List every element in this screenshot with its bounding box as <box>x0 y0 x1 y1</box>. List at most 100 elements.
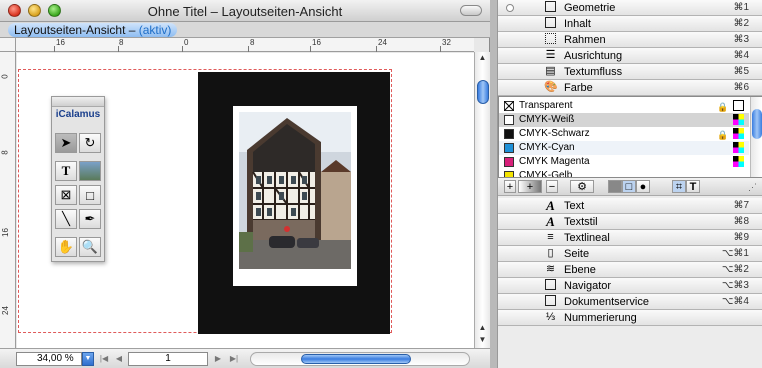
palette-row-inhalt[interactable]: Inhalt ⌘2 <box>498 16 762 32</box>
cmyk-mode-icon <box>733 128 744 139</box>
palette-row-shortcut: ⌘4 <box>733 50 749 61</box>
color-row-cmyk-schwarz[interactable]: CMYK-Schwarz 🔒 <box>499 127 749 141</box>
page-number-field[interactable]: 1 <box>128 352 208 366</box>
cmyk-mode-icon <box>733 142 744 153</box>
color-name: CMYK-Gelb <box>519 170 573 177</box>
ruler-label: 8 <box>250 38 255 47</box>
hand-tool-icon[interactable]: ✋ <box>55 237 77 257</box>
palette-row-label: Dokumentservice <box>564 296 649 308</box>
textwrap-icon: ▤ <box>545 65 556 77</box>
palette-row-textumfluss[interactable]: ▤ Textumfluss ⌘5 <box>498 64 762 80</box>
pen-tool-icon[interactable]: ✒ <box>79 209 101 229</box>
palette-row-ausrichtung[interactable]: ☰ Ausrichtung ⌘4 <box>498 48 762 64</box>
zoom-tool-icon[interactable]: 🔍 <box>79 237 101 257</box>
palette-row-shortcut: ⌘5 <box>733 66 749 77</box>
horizontal-ruler[interactable]: 16 8 0 8 16 24 32 <box>16 38 474 52</box>
palette-row-dokumentservice[interactable]: Dokumentservice ⌥⌘4 <box>498 294 762 310</box>
navigator-icon <box>544 279 557 292</box>
frame-target-icon[interactable]: ⌗ <box>672 180 686 193</box>
palette-row-label: Textstil <box>564 216 598 228</box>
first-page-icon[interactable]: |◀ <box>98 353 110 365</box>
image-frame[interactable] <box>233 106 357 286</box>
last-page-icon[interactable]: ▶| <box>228 353 240 365</box>
frame-tool-icon[interactable]: ⊠ <box>55 185 77 205</box>
rotate-tool-icon[interactable]: ↻ <box>79 133 101 153</box>
ruler-label: 16 <box>0 228 10 237</box>
shadow-mode-icon[interactable]: ● <box>636 180 650 193</box>
ruler-origin[interactable] <box>0 38 16 52</box>
add-gradient-icon[interactable]: + <box>518 180 542 193</box>
palette-row-navigator[interactable]: Navigator ⌥⌘3 <box>498 278 762 294</box>
view-bar: Layoutseiten-Ansicht – (aktiv) <box>0 22 490 38</box>
toolbar-toggle-button[interactable] <box>460 5 482 16</box>
black-frame[interactable] <box>198 72 390 334</box>
color-row-cmyk-gelb[interactable]: CMYK-Gelb <box>499 169 749 177</box>
stroke-mode-icon[interactable]: □ <box>622 180 636 193</box>
numbering-icon: ⅓ <box>545 311 556 323</box>
color-list-scroll-thumb[interactable] <box>752 109 762 139</box>
palette-row-nummerierung[interactable]: ⅓ Nummerierung <box>498 310 762 326</box>
palette-row-label: Textumfluss <box>564 66 623 78</box>
text-tool-icon[interactable]: T <box>55 161 77 181</box>
color-list[interactable]: Transparent 🔒 CMYK-Weiß CMYK-Schwarz 🔒 C… <box>498 96 762 178</box>
palette-row-shortcut: ⌥⌘2 <box>721 264 749 275</box>
scroll-up-arrow-icon[interactable]: ▲ <box>475 322 490 334</box>
palette-disclosure-icon[interactable] <box>506 4 514 12</box>
previous-page-icon[interactable]: ◀ <box>113 353 125 365</box>
image-tool-icon[interactable] <box>79 161 101 181</box>
horizontal-scrollbar[interactable] <box>250 352 470 366</box>
ruler-tick <box>118 46 119 52</box>
delete-color-icon[interactable]: − <box>546 180 558 193</box>
zoom-field[interactable]: 34,00 % <box>16 352 82 366</box>
ruler-label: 24 <box>378 38 387 47</box>
ruler-tick <box>310 46 311 52</box>
text-target-icon[interactable]: T <box>686 180 700 193</box>
color-row-cmyk-weiss[interactable]: CMYK-Weiß <box>499 113 749 127</box>
ruler-label: 16 <box>56 38 65 47</box>
palette-row-geometrie[interactable]: Geometrie ⌘1 <box>498 0 762 16</box>
color-row-cmyk-magenta[interactable]: CMYK Magenta <box>499 155 749 169</box>
color-mode-icon <box>733 100 744 111</box>
palette-row-farbe[interactable]: 🎨 Farbe ⌘6 <box>498 80 762 96</box>
palette-row-text[interactable]: A Text ⌘7 <box>498 198 762 214</box>
zoom-dropdown-icon[interactable]: ▼ <box>82 352 94 366</box>
docservice-icon <box>544 295 557 308</box>
rect-tool-icon[interactable]: □ <box>79 185 101 205</box>
palette-row-textlineal[interactable]: ≡ Textlineal ⌘9 <box>498 230 762 246</box>
palette-row-seite[interactable]: ▯ Seite ⌥⌘1 <box>498 246 762 262</box>
horizontal-scroll-thumb[interactable] <box>301 354 411 364</box>
color-name: CMYK Magenta <box>519 156 590 167</box>
palette-row-label: Geometrie <box>564 2 616 14</box>
align-icon: ☰ <box>545 49 556 61</box>
next-page-icon[interactable]: ▶ <box>212 353 224 365</box>
fill-mode-icon[interactable] <box>608 180 622 193</box>
scroll-up-arrow-icon[interactable]: ▲ <box>475 52 490 64</box>
arrow-tool-icon[interactable]: ➤ <box>55 133 77 153</box>
textruler-icon: ≡ <box>547 231 554 243</box>
resize-grip-icon[interactable]: ⋰ <box>748 182 757 193</box>
scroll-down-arrow-icon[interactable]: ▼ <box>475 334 490 346</box>
vertical-ruler[interactable]: 0 8 16 24 <box>0 52 16 348</box>
color-row-transparent[interactable]: Transparent 🔒 <box>499 99 749 113</box>
palette-row-shortcut: ⌥⌘3 <box>721 280 749 291</box>
tool-palette-header[interactable] <box>52 97 104 107</box>
vertical-scrollbar[interactable]: ▲ ▲ ▼ <box>474 52 490 348</box>
add-color-icon[interactable]: + <box>504 180 516 193</box>
palette-row-rahmen[interactable]: Rahmen ⌘3 <box>498 32 762 48</box>
palette-row-textstil[interactable]: A Textstil ⌘8 <box>498 214 762 230</box>
palette-row-shortcut: ⌘6 <box>733 82 749 93</box>
view-tab-layout[interactable]: Layoutseiten-Ansicht – (aktiv) <box>8 23 178 37</box>
color-name: CMYK-Schwarz <box>519 128 590 139</box>
title-bar[interactable]: Ohne Titel – Layoutseiten-Ansicht <box>0 0 490 22</box>
window-title: Ohne Titel – Layoutseiten-Ansicht <box>147 4 343 19</box>
palette-row-label: Ebene <box>564 264 596 276</box>
color-list-scrollbar[interactable] <box>750 97 762 177</box>
vertical-scroll-thumb[interactable] <box>477 80 489 104</box>
gear-icon[interactable]: ⚙ <box>570 180 594 193</box>
lock-icon: 🔒 <box>717 102 729 112</box>
line-tool-icon[interactable]: ╲ <box>55 209 77 229</box>
color-row-cmyk-cyan[interactable]: CMYK-Cyan <box>499 141 749 155</box>
palette-empty-area <box>498 326 762 368</box>
palette-row-ebene[interactable]: ≋ Ebene ⌥⌘2 <box>498 262 762 278</box>
textstyle-icon: A <box>546 214 555 229</box>
